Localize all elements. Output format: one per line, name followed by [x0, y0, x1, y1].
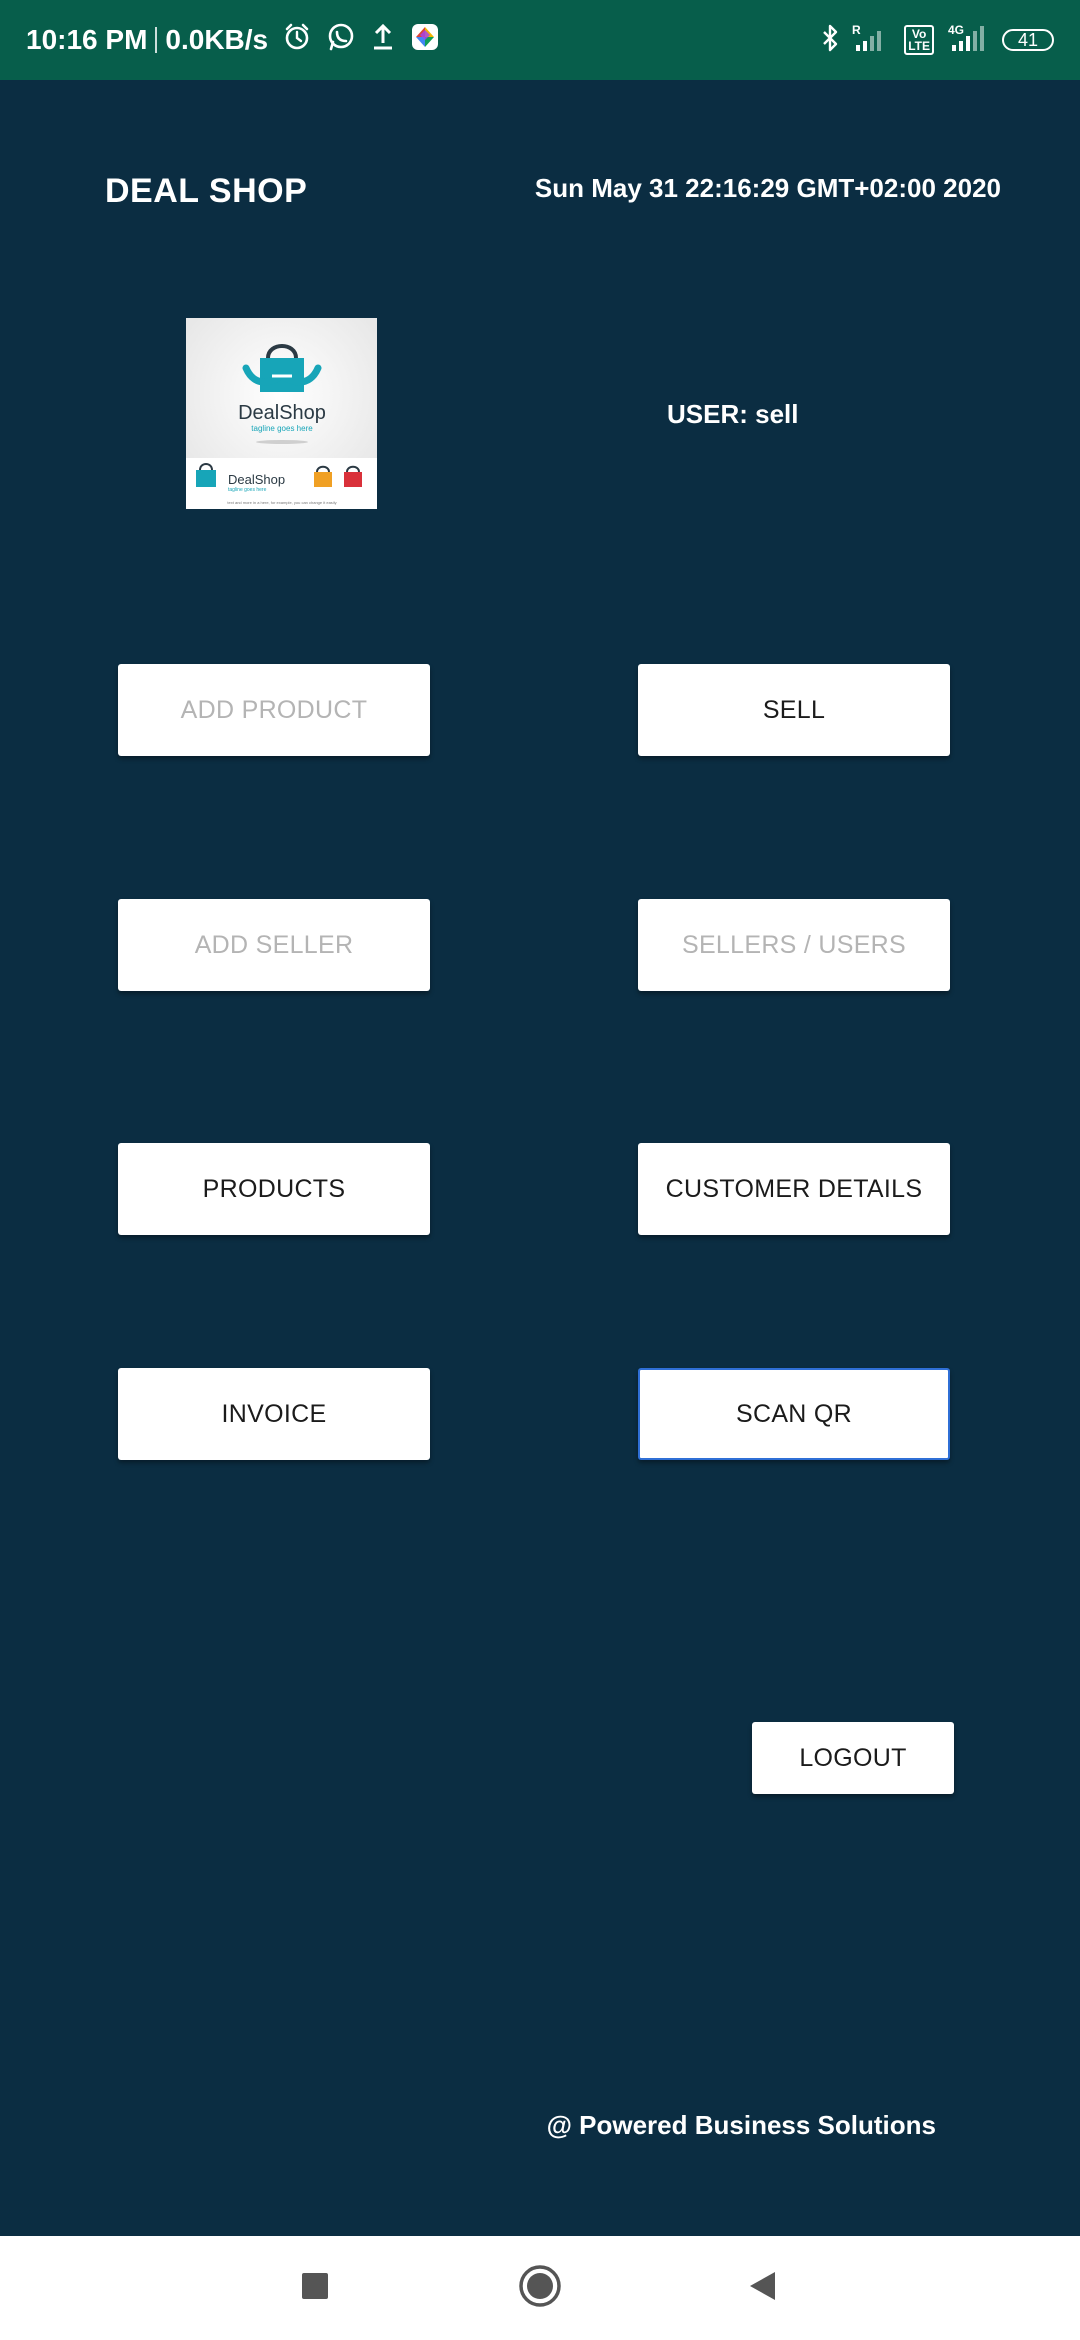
navigation-bar — [0, 2236, 1080, 2340]
status-right: R Vo LTE 4G 41 — [820, 0, 1054, 80]
back-icon — [747, 2270, 779, 2307]
add-product-button[interactable]: ADD PRODUCT — [118, 664, 430, 756]
logo-brand: DealShop — [238, 402, 326, 424]
home-icon — [518, 2264, 562, 2313]
sellers-users-button[interactable]: SELLERS / USERS — [638, 899, 950, 991]
recents-button[interactable] — [255, 2236, 375, 2340]
logout-button[interactable]: LOGOUT — [752, 1722, 954, 1794]
signal-icon: R — [852, 23, 892, 58]
upload-icon — [370, 22, 396, 59]
logo-tagline-small: tagline goes here — [228, 487, 267, 493]
sell-button[interactable]: SELL — [638, 664, 950, 756]
customer-details-button[interactable]: CUSTOMER DETAILS — [638, 1143, 950, 1235]
products-button[interactable]: PRODUCTS — [118, 1143, 430, 1235]
recents-icon — [300, 2271, 330, 2306]
invoice-button[interactable]: INVOICE — [118, 1368, 430, 1460]
app-title: DEAL SHOP — [105, 172, 308, 210]
user-label: USER: sell — [667, 399, 799, 429]
status-separator — [155, 27, 158, 53]
current-datetime: Sun May 31 22:16:29 GMT+02:00 2020 — [534, 173, 1001, 203]
home-button[interactable] — [480, 2236, 600, 2340]
signal-4g-icon: 4G — [946, 23, 990, 58]
whatsapp-icon — [326, 22, 356, 59]
status-net-speed: 0.0KB/s — [165, 24, 269, 55]
battery-icon: 41 — [1002, 29, 1054, 51]
logo-brand-small: DealShop — [228, 472, 285, 487]
scan-qr-button[interactable]: SCAN QR — [638, 1368, 950, 1460]
footer-powered-by: @ Powered Business Solutions — [546, 2110, 936, 2140]
add-seller-button[interactable]: ADD SELLER — [118, 899, 430, 991]
shop-logo: DealShop tagline goes here DealShop tagl… — [186, 318, 377, 509]
back-button[interactable] — [703, 2236, 823, 2340]
logo-footer-text: text and more in a here, for example, yo… — [227, 500, 336, 505]
status-left: 10:16 PM 0.0KB/s — [26, 0, 440, 80]
volte-indicator: Vo LTE — [904, 25, 934, 55]
photos-icon — [410, 22, 440, 59]
bluetooth-icon — [820, 23, 840, 58]
svg-text:4G: 4G — [948, 23, 964, 37]
alarm-icon — [282, 22, 312, 59]
logo-tagline: tagline goes here — [251, 424, 313, 433]
svg-text:R: R — [852, 23, 861, 37]
status-bar: 10:16 PM 0.0KB/s R Vo LTE 4G 41 — [0, 0, 1080, 80]
status-time: 10:16 PM — [26, 24, 148, 55]
